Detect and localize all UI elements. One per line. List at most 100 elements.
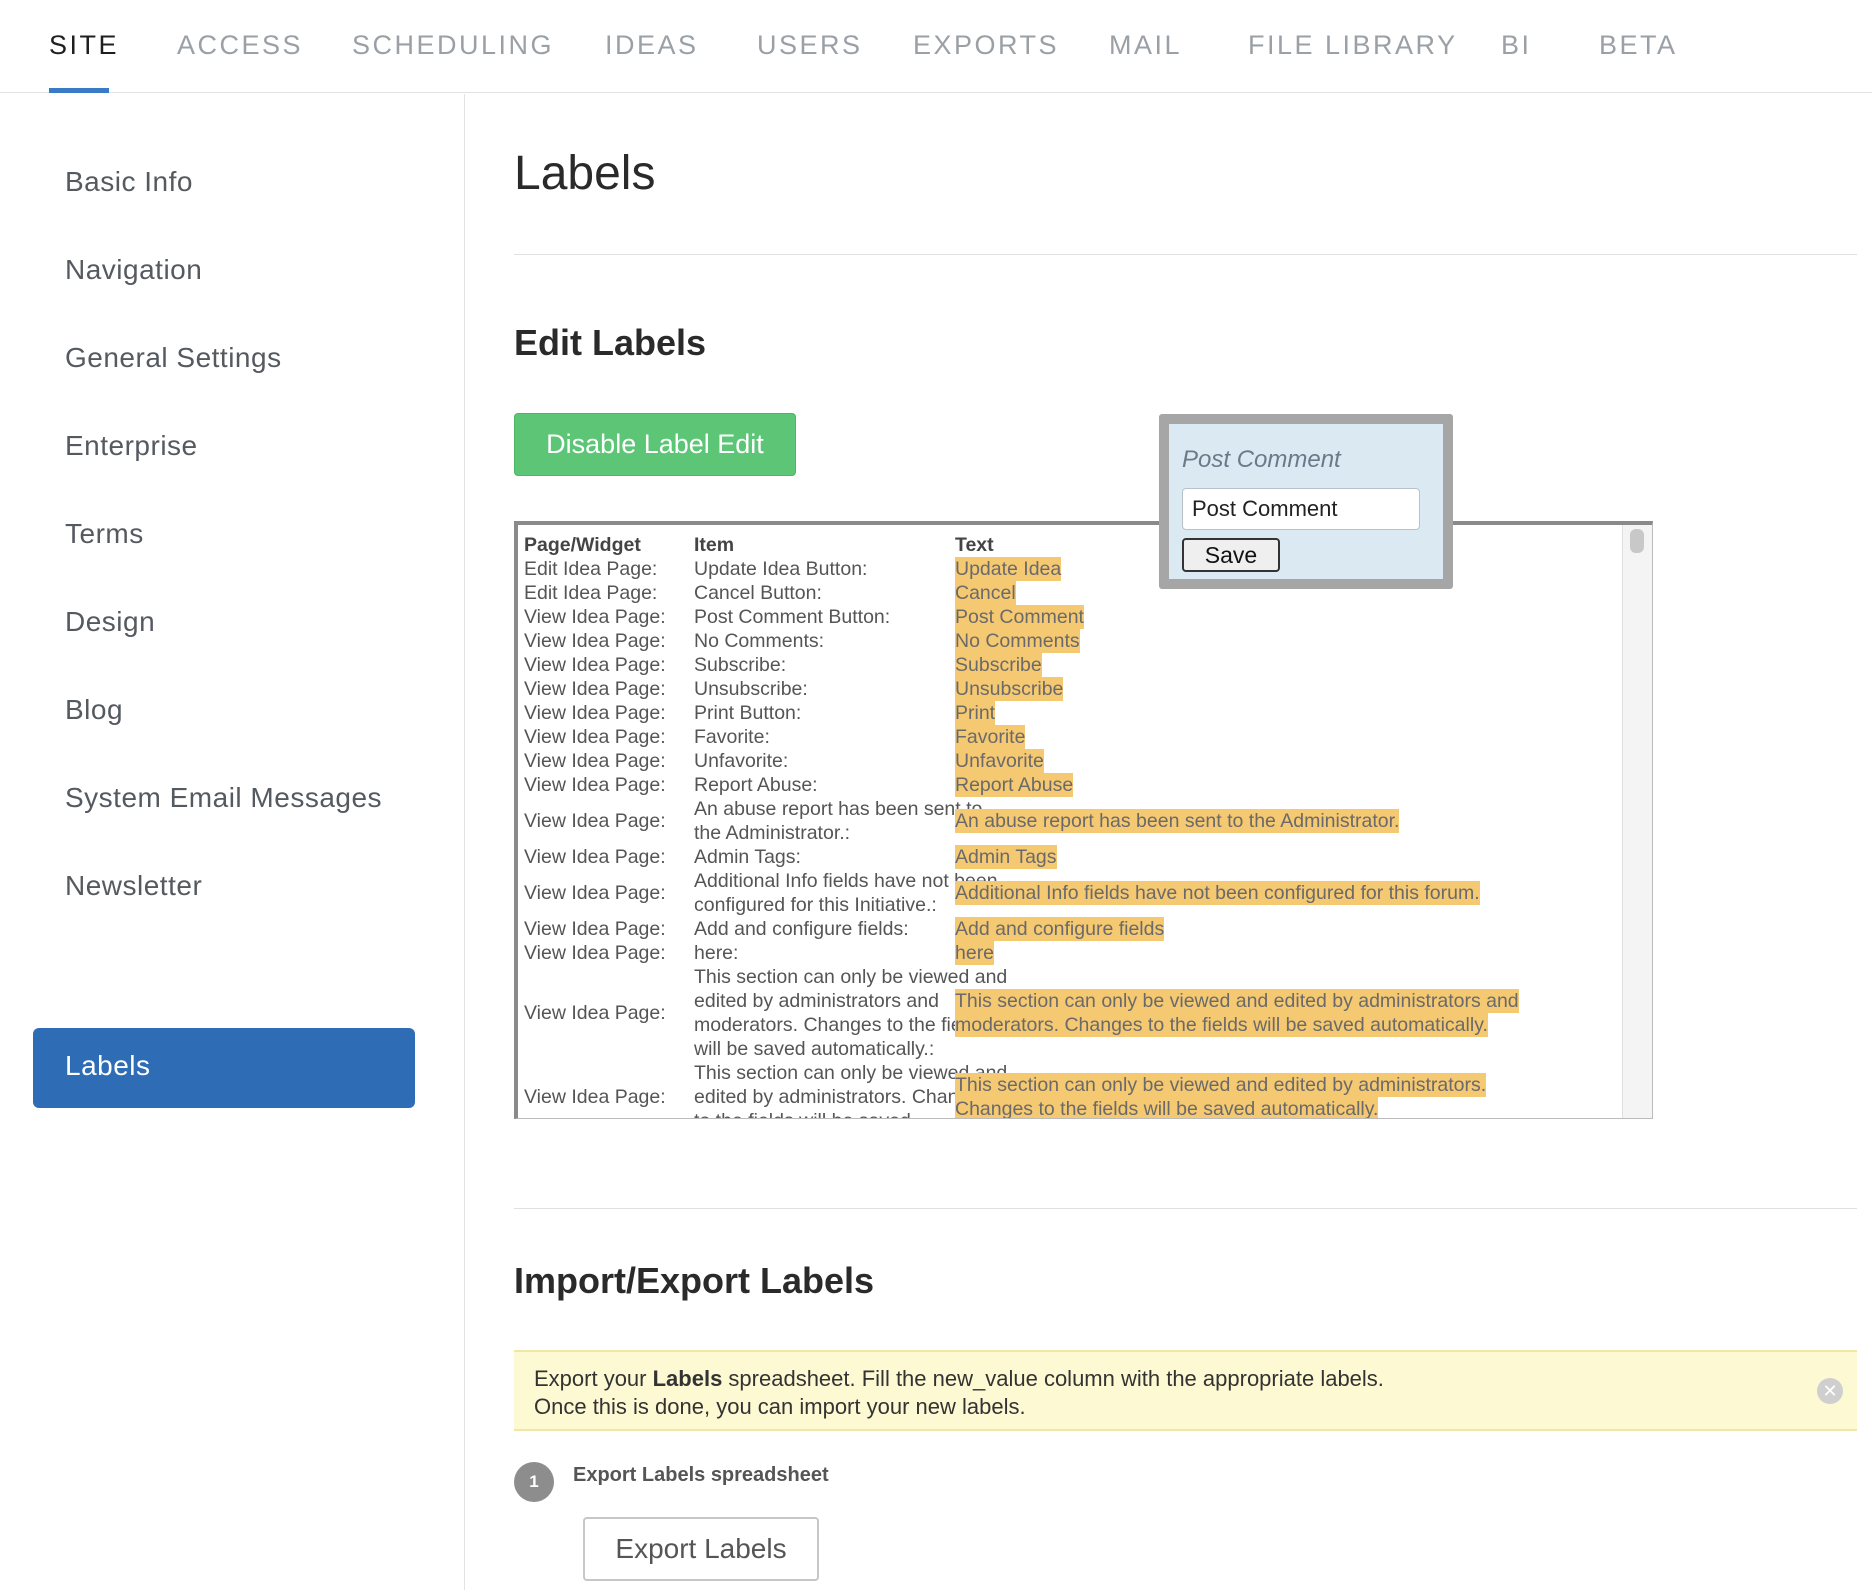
editable-label-text[interactable]: Report Abuse [955,773,1074,797]
sidebar-item-terms[interactable]: Terms [65,518,144,550]
tab-ideas[interactable]: IDEAS [605,30,699,61]
table-row-page: View Idea Page: [524,942,666,964]
table-row-page: View Idea Page: [524,1002,666,1024]
editable-label-text[interactable]: here [955,941,995,965]
column-header-page: Page/Widget [524,534,641,556]
table-row-page: View Idea Page: [524,606,666,628]
import-export-heading: Import/Export Labels [514,1260,875,1301]
editable-label-text[interactable]: This section can only be viewed and edit… [955,1073,1487,1097]
table-row-page: View Idea Page: [524,918,666,940]
editable-label-text[interactable]: An abuse report has been sent to the Adm… [955,809,1400,833]
table-row-page: View Idea Page: [524,654,666,676]
editable-label-text[interactable]: Cancel [955,581,1016,605]
top-navigation: SITE ACCESS SCHEDULING IDEAS USERS EXPOR… [0,0,1872,93]
info-line-2: Once this is done, you can import your n… [534,1394,1026,1419]
table-row-page: View Idea Page: [524,1086,666,1108]
table-row-item: Additional Info fields have not been [694,870,998,892]
editable-label-text[interactable]: moderators. Changes to the fields will b… [955,1013,1488,1037]
tab-users[interactable]: USERS [757,30,863,61]
table-row-page: View Idea Page: [524,750,666,772]
step-label: Export Labels spreadsheet [573,1464,829,1486]
table-row-page: Edit Idea Page: [524,558,658,580]
info-text: spreadsheet. Fill the new_value column w… [722,1366,1384,1391]
table-row-item: moderators. Changes to the fields [694,1014,987,1036]
editable-label-text[interactable]: Subscribe [955,653,1042,677]
label-text-input[interactable] [1182,488,1420,530]
table-row-item: No Comments: [694,630,825,652]
sidebar-item-blog[interactable]: Blog [65,694,123,726]
tab-bi[interactable]: BI [1501,30,1532,61]
table-row-item: Unsubscribe: [694,678,808,700]
table-row-item: An abuse report has been sent to [694,798,983,820]
table-row-item: Print Button: [694,702,802,724]
editable-label-text[interactable]: This section can only be viewed and edit… [955,989,1519,1013]
disable-label-edit-button[interactable]: Disable Label Edit [514,413,796,476]
table-row-item: Subscribe: [694,654,787,676]
active-tab-indicator [49,88,109,93]
info-bold-text: Labels [652,1366,723,1391]
close-icon[interactable]: ✕ [1817,1378,1843,1404]
sidebar-item-navigation[interactable]: Navigation [65,254,202,286]
table-row-item: Post Comment Button: [694,606,891,628]
table-row-item: This section can only be viewed and [694,966,1008,988]
popup-title: Post Comment [1182,446,1341,473]
sidebar-item-design[interactable]: Design [65,606,155,638]
editable-label-text[interactable]: No Comments [955,629,1080,653]
tab-site[interactable]: SITE [49,30,119,61]
page-title: Labels [514,147,656,200]
table-row-page: View Idea Page: [524,726,666,748]
editable-label-text[interactable]: Changes to the fields will be saved auto… [955,1097,1379,1118]
sidebar-item-enterprise[interactable]: Enterprise [65,430,198,462]
edit-labels-heading: Edit Labels [514,322,707,363]
tab-access[interactable]: ACCESS [177,30,303,61]
table-row-item: Unfavorite: [694,750,789,772]
export-labels-button[interactable]: Export Labels [583,1517,819,1581]
table-row-item: Admin Tags: [694,846,801,868]
table-row-item: here: [694,942,739,964]
table-row-item: Cancel Button: [694,582,822,604]
editable-label-text[interactable]: Update Idea [955,557,1062,581]
table-row-item: edited by administrators. Changes [694,1086,990,1108]
table-row-page: View Idea Page: [524,678,666,700]
label-edit-table: Page/Widget Item Text Edit Idea Page: Update… [514,521,1653,1119]
sidebar-item-labels[interactable]: Labels [33,1028,415,1108]
save-button[interactable]: Save [1182,538,1280,572]
table-row-page: View Idea Page: [524,774,666,796]
editable-label-text[interactable]: Admin Tags [955,845,1057,869]
editable-label-text[interactable]: Unsubscribe [955,677,1064,701]
table-row-item: the Administrator.: [694,822,851,844]
editable-label-text[interactable]: Favorite [955,725,1026,749]
table-row-item: configured for this Initiative.: [694,894,937,916]
info-line-1: Export your Labels spreadsheet. Fill the… [534,1366,1384,1392]
table-row-item: to the fields will be saved [694,1109,911,1118]
editable-label-text[interactable]: Unfavorite [955,749,1044,773]
column-header-item: Item [694,534,735,556]
tab-exports[interactable]: EXPORTS [913,30,1059,61]
sidebar-item-label: Labels [65,1050,151,1081]
tab-file-library[interactable]: FILE LIBRARY [1248,30,1458,61]
tab-scheduling[interactable]: SCHEDULING [352,30,554,61]
scrollbar-thumb[interactable] [1630,529,1644,553]
sidebar-item-basic-info[interactable]: Basic Info [65,166,193,198]
sidebar: Basic Info Navigation General Settings E… [0,94,465,1590]
label-edit-popup: Post Comment Save [1159,414,1453,589]
info-alert: Export your Labels spreadsheet. Fill the… [514,1350,1857,1431]
table-row-page: View Idea Page: [524,882,666,904]
sidebar-item-system-email-messages[interactable]: System Email Messages [65,782,382,814]
divider [514,1208,1857,1209]
editable-label-text[interactable]: Post Comment [955,605,1084,629]
tab-beta[interactable]: BETA [1599,30,1678,61]
info-text: Export your [534,1366,653,1391]
sidebar-item-general-settings[interactable]: General Settings [65,342,282,374]
divider [514,254,1857,255]
sidebar-item-newsletter[interactable]: Newsletter [65,870,202,902]
scrollbar[interactable] [1622,525,1652,1118]
table-row-item: Favorite: [694,726,770,748]
table-row-item: Update Idea Button: [694,558,868,580]
editable-label-text[interactable]: Print [955,701,996,725]
editable-label-text[interactable]: Add and configure fields [955,917,1165,941]
editable-label-text[interactable]: Additional Info fields have not been con… [955,881,1480,905]
tab-mail[interactable]: MAIL [1109,30,1182,61]
table-row-item: will be saved automatically.: [694,1038,935,1060]
table-row-item: edited by administrators and [694,990,939,1012]
